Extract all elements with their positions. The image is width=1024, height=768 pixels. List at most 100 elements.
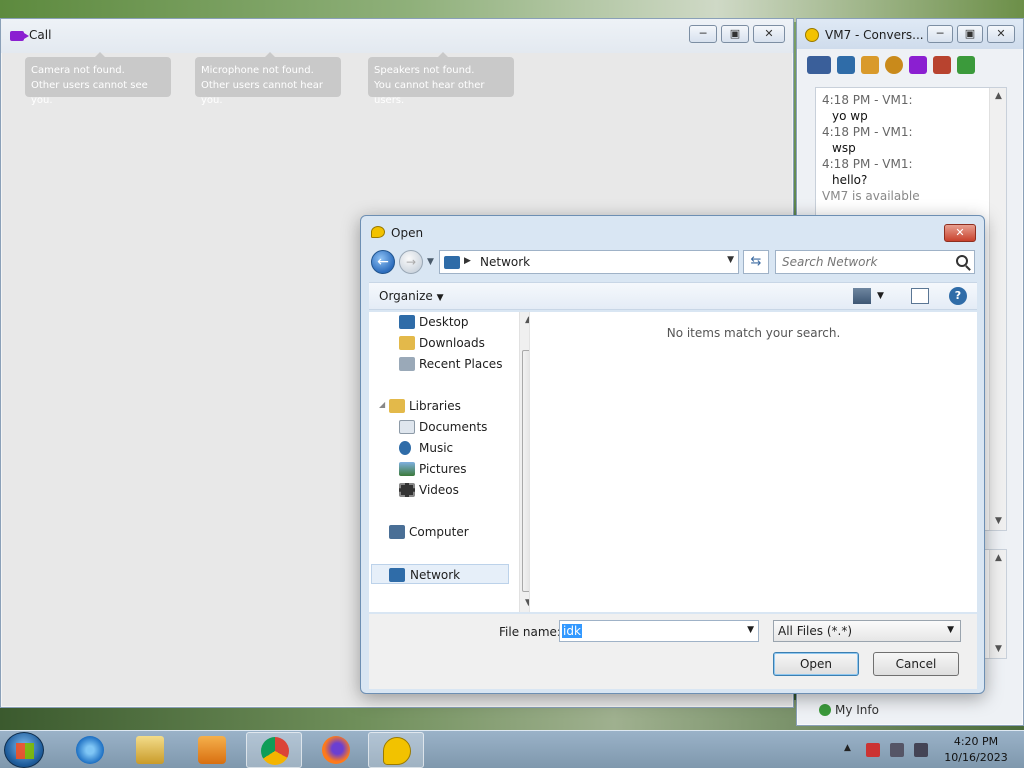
file-name-label: File name: bbox=[499, 625, 561, 639]
taskbar-messenger[interactable] bbox=[368, 732, 424, 768]
dialog-close-button[interactable]: ✕ bbox=[944, 224, 976, 242]
nav-item-label: Libraries bbox=[409, 399, 461, 413]
help-icon[interactable]: ? bbox=[949, 287, 967, 305]
message-text: yo wp bbox=[832, 109, 868, 123]
taskbar-chrome[interactable] bbox=[246, 732, 302, 768]
pictures-icon bbox=[399, 462, 415, 476]
maximize-icon: ▣ bbox=[729, 27, 741, 40]
clock-time: 4:20 PM bbox=[953, 735, 999, 748]
minimize-button[interactable]: ─ bbox=[927, 25, 953, 43]
address-dropdown-icon[interactable]: ▼ bbox=[727, 255, 734, 265]
desktop-icon bbox=[399, 315, 415, 329]
taskbar-firefox[interactable] bbox=[308, 732, 364, 768]
nav-item-recent-places[interactable]: Recent Places bbox=[399, 354, 517, 374]
files-icon[interactable] bbox=[837, 56, 855, 74]
file-type-select[interactable]: All Files (*.*) ▼ bbox=[773, 620, 961, 642]
close-button[interactable]: ✕ bbox=[753, 25, 785, 43]
videos-icon bbox=[399, 483, 415, 497]
clock[interactable]: 4:20 PM 10/16/2023 bbox=[936, 734, 1016, 766]
network-status-icon[interactable] bbox=[890, 743, 904, 757]
music-icon bbox=[399, 441, 411, 455]
file-name-field[interactable]: idk ▼ bbox=[559, 620, 759, 642]
organize-label: Organize bbox=[379, 289, 433, 303]
nav-item-label: Pictures bbox=[419, 462, 467, 476]
dialog-title: Open bbox=[391, 226, 424, 240]
nav-item-downloads[interactable]: Downloads bbox=[399, 333, 517, 353]
maximize-button[interactable]: ▣ bbox=[721, 25, 749, 43]
contacts-icon[interactable] bbox=[933, 56, 951, 74]
minimize-button[interactable]: ─ bbox=[689, 25, 717, 43]
start-button[interactable] bbox=[4, 732, 44, 768]
recent-pages-icon[interactable]: ▼ bbox=[427, 257, 434, 267]
file-name-dropdown-icon[interactable]: ▼ bbox=[747, 625, 754, 635]
maximize-button[interactable]: ▣ bbox=[957, 25, 983, 43]
nav-item-label: Computer bbox=[409, 525, 469, 539]
file-list[interactable]: No items match your search. bbox=[529, 312, 977, 612]
conversation-title: VM7 - Convers... bbox=[825, 28, 924, 42]
message-text: hello? bbox=[832, 173, 868, 187]
search-icon[interactable] bbox=[956, 255, 968, 267]
breadcrumb-separator-icon[interactable]: ▶ bbox=[464, 256, 471, 266]
nav-item-documents[interactable]: Documents bbox=[399, 417, 517, 437]
refresh-icon: ⇆ bbox=[750, 254, 762, 269]
open-button[interactable]: Open bbox=[773, 652, 859, 676]
chat-scrollbar[interactable]: ▲ ▼ bbox=[989, 88, 1006, 530]
block-icon[interactable] bbox=[957, 56, 975, 74]
tip-line: Other users cannot hear you. bbox=[201, 80, 324, 106]
volume-muted-icon[interactable] bbox=[914, 743, 928, 757]
show-hidden-icons-icon[interactable]: ▲ bbox=[844, 743, 858, 757]
refresh-button[interactable]: ⇆ bbox=[743, 250, 769, 274]
action-center-icon[interactable] bbox=[866, 743, 880, 757]
status-message: VM7 is available bbox=[822, 189, 920, 203]
search-box[interactable] bbox=[775, 250, 975, 274]
nav-item-libraries[interactable]: Libraries bbox=[389, 396, 517, 416]
view-dropdown-icon[interactable]: ▼ bbox=[877, 288, 895, 304]
scroll-up-icon[interactable]: ▲ bbox=[990, 88, 1007, 105]
file-name-value[interactable]: idk bbox=[562, 624, 582, 638]
nav-item-label: Music bbox=[419, 441, 454, 455]
taskbar-explorer[interactable] bbox=[122, 732, 178, 768]
nav-item-network[interactable]: Network bbox=[371, 564, 509, 584]
activities-icon[interactable] bbox=[861, 56, 879, 74]
change-view-icon[interactable] bbox=[853, 288, 871, 304]
nav-item-videos[interactable]: Videos bbox=[399, 480, 517, 500]
breadcrumb-network[interactable]: Network bbox=[480, 255, 530, 269]
nav-item-desktop[interactable]: Desktop bbox=[399, 312, 517, 332]
taskbar-internet-explorer[interactable] bbox=[62, 732, 118, 768]
chrome-icon bbox=[261, 737, 289, 765]
close-button[interactable]: ✕ bbox=[987, 25, 1015, 43]
preview-pane-icon[interactable] bbox=[911, 288, 929, 304]
nav-item-music[interactable]: Music bbox=[399, 438, 517, 458]
camera-not-found-tip: Camera not found. Other users cannot see… bbox=[25, 52, 171, 106]
documents-icon bbox=[399, 420, 415, 434]
scroll-up-icon[interactable]: ▲ bbox=[990, 550, 1007, 567]
scroll-down-icon[interactable]: ▼ bbox=[990, 513, 1007, 530]
message-meta: 4:18 PM - VM1: bbox=[822, 93, 913, 107]
nav-item-computer[interactable]: Computer bbox=[389, 522, 517, 542]
firefox-icon bbox=[322, 736, 350, 764]
cancel-button[interactable]: Cancel bbox=[873, 652, 959, 676]
back-button[interactable]: ← bbox=[371, 250, 395, 274]
taskbar-media-player[interactable] bbox=[184, 732, 240, 768]
expand-libraries-icon[interactable]: ◢ bbox=[379, 400, 385, 409]
search-input[interactable] bbox=[776, 251, 946, 273]
my-info-link[interactable]: My Info bbox=[815, 701, 1007, 721]
video-call-icon[interactable] bbox=[909, 56, 927, 74]
organize-menu[interactable]: Organize ▼ bbox=[379, 289, 444, 303]
clock-date: 10/16/2023 bbox=[944, 751, 1008, 764]
call-titlebar[interactable]: Call ─ ▣ ✕ bbox=[1, 19, 793, 53]
scroll-down-icon[interactable]: ▼ bbox=[990, 641, 1007, 658]
computer-icon bbox=[389, 525, 405, 539]
close-icon: ✕ bbox=[955, 226, 965, 239]
address-bar[interactable]: ▶ Network ▼ bbox=[439, 250, 739, 274]
forward-button[interactable]: → bbox=[399, 250, 423, 274]
tip-line: Speakers not found. bbox=[374, 65, 475, 76]
downloads-icon bbox=[399, 336, 415, 350]
nav-item-pictures[interactable]: Pictures bbox=[399, 459, 517, 479]
input-scrollbar[interactable]: ▲ ▼ bbox=[989, 550, 1006, 658]
chevron-down-icon: ▼ bbox=[436, 293, 444, 303]
conversation-toolbar bbox=[807, 53, 1017, 77]
games-icon[interactable] bbox=[885, 56, 903, 74]
conversation-titlebar[interactable]: VM7 - Convers... ─ ▣ ✕ bbox=[797, 19, 1023, 49]
invite-icon[interactable] bbox=[807, 56, 831, 74]
